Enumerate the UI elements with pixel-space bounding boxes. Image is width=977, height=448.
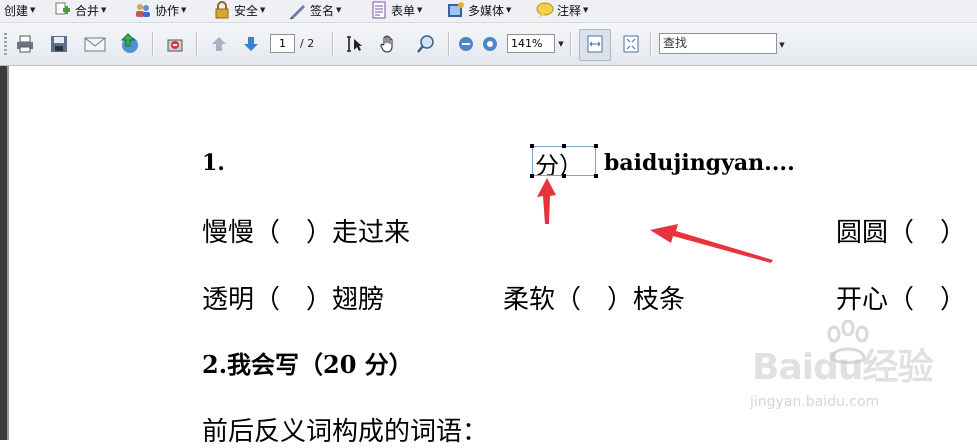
watermark-url: jingyan.baidu.com [750,394,880,410]
arrow-up-annotation [537,178,556,224]
baidu-jingyan-watermark: Baidu经验 jingyan.baidu.com [748,320,958,420]
arrow-left-annotation [650,224,773,263]
watermark-brand: Baidu经验 [752,347,933,388]
